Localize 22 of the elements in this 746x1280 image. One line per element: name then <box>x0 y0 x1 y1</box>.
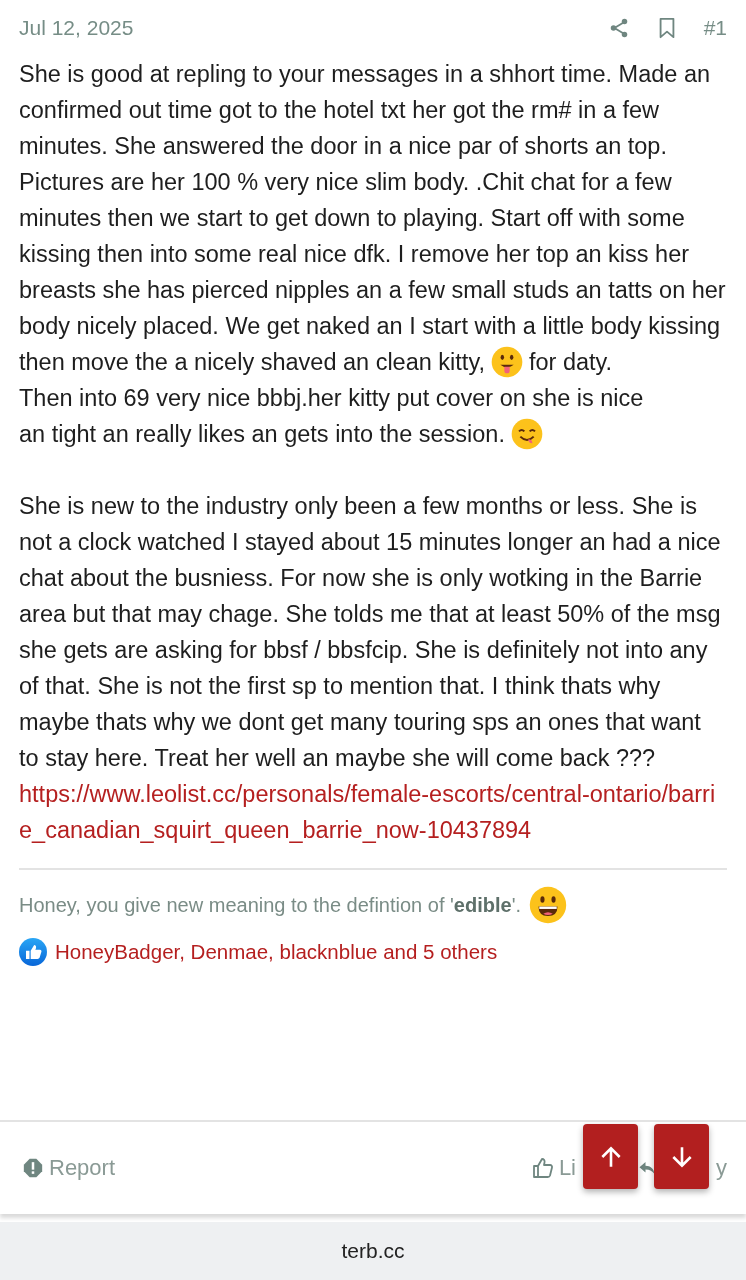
signature-text: Honey, you give new meaning to the defintion of 'edible'. <box>19 893 521 917</box>
likes-link[interactable]: HoneyBadger, Denmae, blacknblue and 5 others <box>55 940 498 964</box>
listing-link[interactable]: https://www.leolist.cc/personals/female-escorts/central-ontario/barrie_canadian_squirt_queen_barrie_now-10437894 <box>19 776 727 848</box>
emoji-icon <box>490 346 523 378</box>
emoji-icon <box>510 418 543 450</box>
like-button[interactable]: Li <box>530 1155 576 1181</box>
post-text: an tight an really likes an gets into the session. <box>19 420 505 449</box>
alert-icon <box>23 1158 43 1178</box>
emoji-icon <box>529 886 567 924</box>
reply-button[interactable]: y <box>716 1155 727 1181</box>
post-text: Then into 69 very nice bbbj.her kitty put cover on she is nice <box>19 384 645 413</box>
post-text: She is new to the industry only been a few months or less. She is not a clock watched I stayed about 15 minutes longer an had a nice chat about the busniess. For now she is only wotking in the Barrie area but that may chage. She tolds me that at least 50% of the msg she gets are asking for bbsf / bbsfcip. She is definitely not into any of that. She is not the first sp to mention that. I think thats why maybe thats why we dont get many touring sps an ones that want to stay here. Treat her well an maybe she will come back ??? <box>19 492 722 773</box>
url-text[interactable]: terb.cc <box>341 1239 405 1263</box>
scroll-up-button[interactable] <box>583 1124 638 1189</box>
thumbs-up-icon <box>530 1156 555 1180</box>
post-text: for daty. <box>528 348 613 377</box>
post-text: then move the a nicely shaved an clean kitty, <box>19 348 485 377</box>
thumbs-up-icon <box>19 938 47 966</box>
post-number[interactable]: #1 <box>703 16 727 40</box>
scroll-down-button[interactable] <box>654 1124 709 1189</box>
post-date[interactable]: Jul 12, 2025 <box>19 16 134 40</box>
report-button[interactable]: Report <box>23 1155 116 1181</box>
